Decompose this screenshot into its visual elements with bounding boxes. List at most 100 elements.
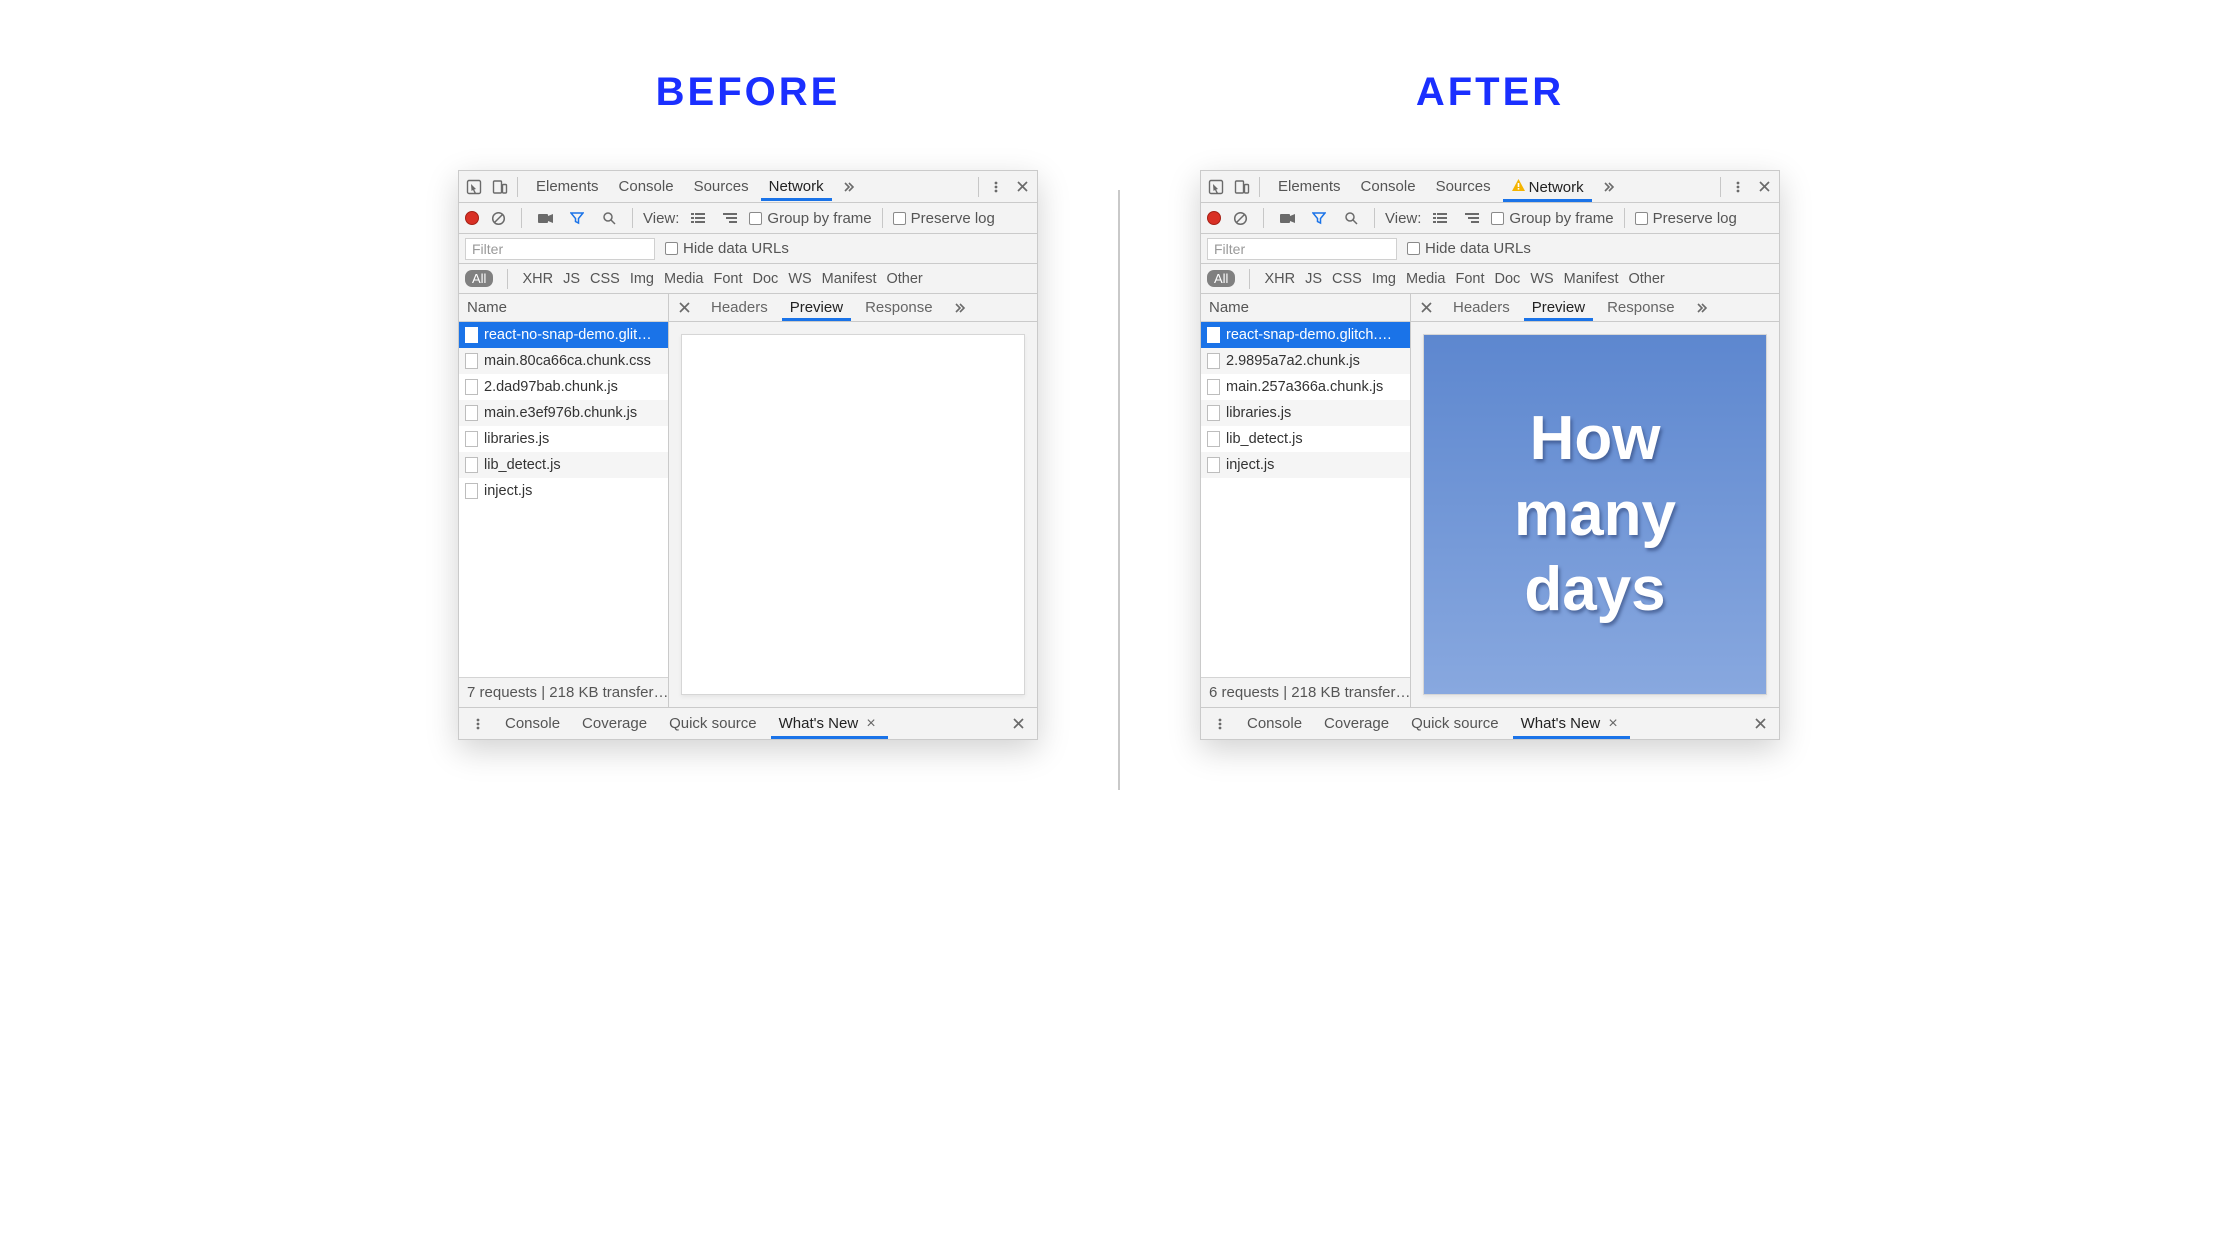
filter-other[interactable]: Other bbox=[1628, 271, 1664, 287]
tab-sources[interactable]: Sources bbox=[686, 172, 757, 201]
filter-js[interactable]: JS bbox=[563, 271, 580, 287]
drawer-tab-quick-source[interactable]: Quick source bbox=[1403, 709, 1507, 738]
filter-doc[interactable]: Doc bbox=[1495, 271, 1521, 287]
tab-network[interactable]: Network bbox=[761, 172, 832, 201]
request-row[interactable]: lib_detect.js bbox=[459, 452, 668, 478]
filter-input[interactable]: Filter bbox=[1207, 238, 1397, 260]
tab-elements[interactable]: Elements bbox=[1270, 172, 1349, 201]
search-icon[interactable] bbox=[1338, 205, 1364, 231]
close-detail-icon[interactable] bbox=[1413, 295, 1439, 321]
filter-css[interactable]: CSS bbox=[590, 271, 620, 287]
tab-response[interactable]: Response bbox=[857, 295, 941, 320]
filter-input[interactable]: Filter bbox=[465, 238, 655, 260]
filter-funnel-icon[interactable] bbox=[564, 205, 590, 231]
request-row[interactable]: main.257a366a.chunk.js bbox=[1201, 374, 1410, 400]
filter-manifest[interactable]: Manifest bbox=[1564, 271, 1619, 287]
request-row[interactable]: inject.js bbox=[459, 478, 668, 504]
close-devtools-icon[interactable] bbox=[1751, 174, 1777, 200]
view-list-icon[interactable] bbox=[685, 205, 711, 231]
more-tabs-icon[interactable] bbox=[1596, 174, 1622, 200]
request-row[interactable]: lib_detect.js bbox=[1201, 426, 1410, 452]
record-button[interactable] bbox=[1207, 211, 1221, 225]
view-waterfall-icon[interactable] bbox=[717, 205, 743, 231]
camera-icon[interactable] bbox=[532, 205, 558, 231]
request-row[interactable]: libraries.js bbox=[459, 426, 668, 452]
filter-img[interactable]: Img bbox=[1372, 271, 1396, 287]
column-header-name[interactable]: Name bbox=[1201, 294, 1410, 322]
preserve-log-checkbox[interactable]: Preserve log bbox=[1635, 210, 1737, 227]
view-waterfall-icon[interactable] bbox=[1459, 205, 1485, 231]
hide-data-urls-checkbox[interactable]: Hide data URLs bbox=[1407, 240, 1531, 257]
drawer-tab-whats-new[interactable]: What's New × bbox=[771, 709, 888, 739]
group-by-frame-checkbox[interactable]: Group by frame bbox=[749, 210, 871, 227]
filter-media[interactable]: Media bbox=[664, 271, 704, 287]
drawer-tab-whats-new[interactable]: What's New × bbox=[1513, 709, 1630, 739]
close-devtools-icon[interactable] bbox=[1009, 174, 1035, 200]
more-tabs-icon[interactable] bbox=[836, 174, 862, 200]
request-row[interactable]: libraries.js bbox=[1201, 400, 1410, 426]
filter-font[interactable]: Font bbox=[1456, 271, 1485, 287]
close-drawer-icon[interactable] bbox=[1747, 711, 1773, 737]
camera-icon[interactable] bbox=[1274, 205, 1300, 231]
more-detail-tabs-icon[interactable] bbox=[1689, 295, 1715, 321]
drawer-tab-coverage[interactable]: Coverage bbox=[1316, 709, 1397, 738]
filter-css[interactable]: CSS bbox=[1332, 271, 1362, 287]
filter-js[interactable]: JS bbox=[1305, 271, 1322, 287]
kebab-menu-icon[interactable] bbox=[1725, 174, 1751, 200]
filter-manifest[interactable]: Manifest bbox=[822, 271, 877, 287]
close-tab-icon[interactable]: × bbox=[1604, 715, 1621, 732]
drawer-tab-coverage[interactable]: Coverage bbox=[574, 709, 655, 738]
filter-ws[interactable]: WS bbox=[788, 271, 811, 287]
close-detail-icon[interactable] bbox=[671, 295, 697, 321]
device-toggle-icon[interactable] bbox=[1229, 174, 1255, 200]
tab-network[interactable]: Network bbox=[1503, 172, 1592, 202]
inspect-icon[interactable] bbox=[461, 174, 487, 200]
view-list-icon[interactable] bbox=[1427, 205, 1453, 231]
tab-sources[interactable]: Sources bbox=[1428, 172, 1499, 201]
tab-elements[interactable]: Elements bbox=[528, 172, 607, 201]
filter-ws[interactable]: WS bbox=[1530, 271, 1553, 287]
tab-preview[interactable]: Preview bbox=[782, 295, 851, 321]
drawer-menu-icon[interactable] bbox=[465, 711, 491, 737]
filter-funnel-icon[interactable] bbox=[1306, 205, 1332, 231]
filter-other[interactable]: Other bbox=[886, 271, 922, 287]
search-icon[interactable] bbox=[596, 205, 622, 231]
drawer-tab-quick-source[interactable]: Quick source bbox=[661, 709, 765, 738]
filter-all[interactable]: All bbox=[1207, 270, 1235, 287]
filter-xhr[interactable]: XHR bbox=[522, 271, 553, 287]
more-detail-tabs-icon[interactable] bbox=[947, 295, 973, 321]
filter-media[interactable]: Media bbox=[1406, 271, 1446, 287]
clear-icon[interactable] bbox=[485, 205, 511, 231]
request-row[interactable]: 2.dad97bab.chunk.js bbox=[459, 374, 668, 400]
record-button[interactable] bbox=[465, 211, 479, 225]
device-toggle-icon[interactable] bbox=[487, 174, 513, 200]
clear-icon[interactable] bbox=[1227, 205, 1253, 231]
drawer-tab-console[interactable]: Console bbox=[1239, 709, 1310, 738]
kebab-menu-icon[interactable] bbox=[983, 174, 1009, 200]
drawer-tab-console[interactable]: Console bbox=[497, 709, 568, 738]
hide-data-urls-checkbox[interactable]: Hide data URLs bbox=[665, 240, 789, 257]
tab-headers[interactable]: Headers bbox=[703, 295, 776, 320]
filter-xhr[interactable]: XHR bbox=[1264, 271, 1295, 287]
close-tab-icon[interactable]: × bbox=[862, 715, 879, 732]
group-by-frame-checkbox[interactable]: Group by frame bbox=[1491, 210, 1613, 227]
request-row[interactable]: react-no-snap-demo.glit… bbox=[459, 322, 668, 348]
tab-preview[interactable]: Preview bbox=[1524, 295, 1593, 321]
request-row[interactable]: 2.9895a7a2.chunk.js bbox=[1201, 348, 1410, 374]
drawer-menu-icon[interactable] bbox=[1207, 711, 1233, 737]
request-row[interactable]: react-snap-demo.glitch.… bbox=[1201, 322, 1410, 348]
filter-doc[interactable]: Doc bbox=[753, 271, 779, 287]
column-header-name[interactable]: Name bbox=[459, 294, 668, 322]
tab-console[interactable]: Console bbox=[611, 172, 682, 201]
close-drawer-icon[interactable] bbox=[1005, 711, 1031, 737]
tab-console[interactable]: Console bbox=[1353, 172, 1424, 201]
request-row[interactable]: main.80ca66ca.chunk.css bbox=[459, 348, 668, 374]
tab-response[interactable]: Response bbox=[1599, 295, 1683, 320]
inspect-icon[interactable] bbox=[1203, 174, 1229, 200]
preserve-log-checkbox[interactable]: Preserve log bbox=[893, 210, 995, 227]
filter-all[interactable]: All bbox=[465, 270, 493, 287]
request-row[interactable]: main.e3ef976b.chunk.js bbox=[459, 400, 668, 426]
filter-font[interactable]: Font bbox=[714, 271, 743, 287]
tab-headers[interactable]: Headers bbox=[1445, 295, 1518, 320]
filter-img[interactable]: Img bbox=[630, 271, 654, 287]
